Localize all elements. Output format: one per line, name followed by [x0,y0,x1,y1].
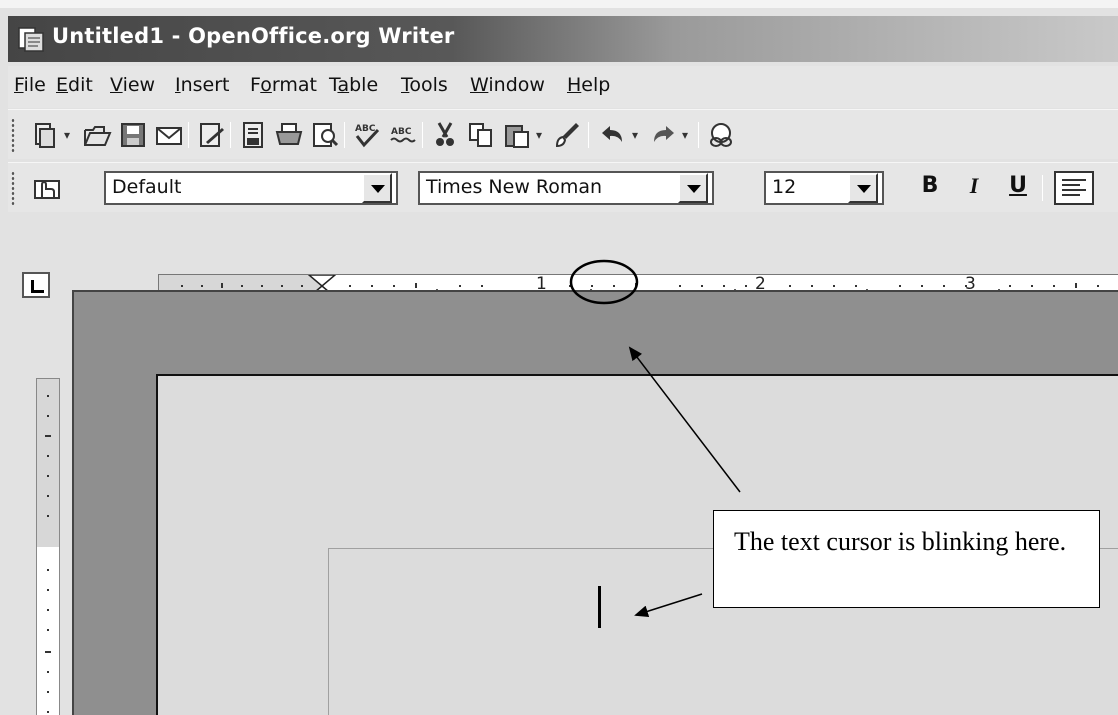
annotation-overlay [569,259,741,618]
screenshot: Untitled1 - OpenOffice.org Writer File E… [0,0,1118,715]
annotation-arrow-to-ruler [628,346,741,493]
annotation-callout: The text cursor is blinking here. [713,510,1100,608]
ruler-highlight-circle [569,259,639,305]
annotation-arrow-to-cursor [634,593,703,618]
